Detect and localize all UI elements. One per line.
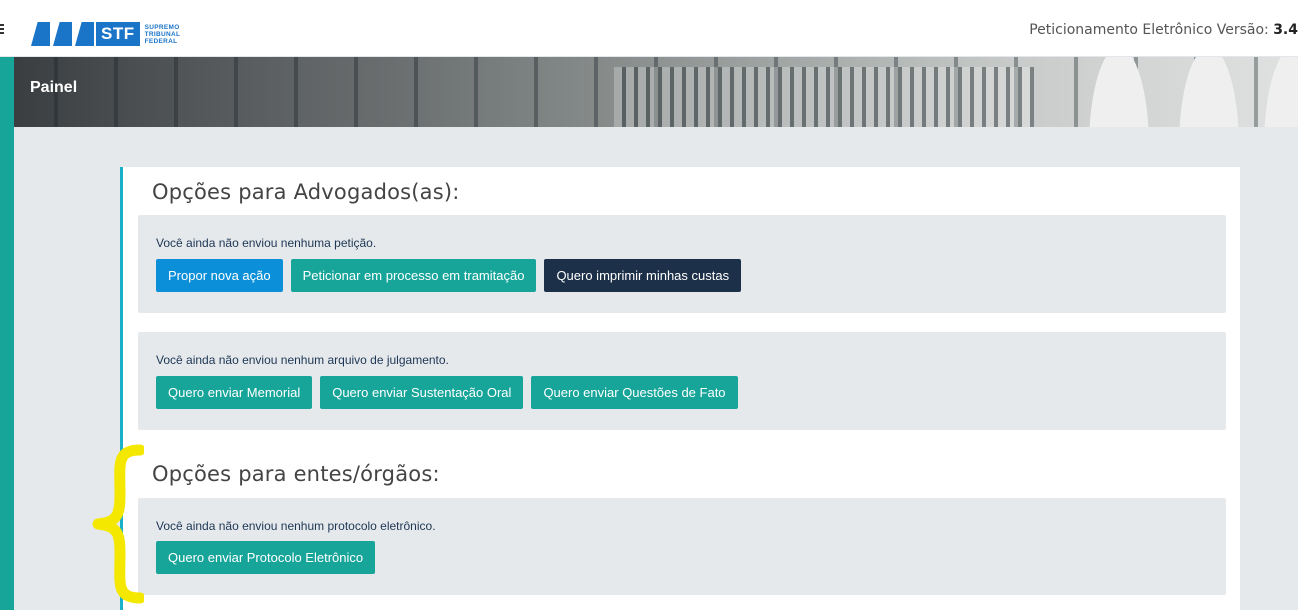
top-header: STF SUPREMO TRIBUNAL FEDERAL Peticioname…	[0, 0, 1298, 57]
peticionar-processo-button[interactable]: Peticionar em processo em tramitação	[290, 259, 537, 292]
logo-text: SUPREMO TRIBUNAL FEDERAL	[144, 23, 181, 45]
version-value: 3.4	[1273, 22, 1298, 38]
protocolo-status-text: Você ainda não enviou nenhum protocolo e…	[156, 519, 436, 533]
julgamento-status-text: Você ainda não enviou nenhum arquivo de …	[156, 353, 449, 367]
protocolo-panel: Você ainda não enviou nenhum protocolo e…	[138, 498, 1226, 595]
options-card: Opções para Advogados(as): Você ainda nã…	[120, 167, 1240, 610]
logo-marks	[31, 22, 94, 46]
left-sidebar-rail	[0, 57, 14, 610]
main-content: Opções para Advogados(as): Você ainda nã…	[14, 127, 1298, 610]
enviar-memorial-button[interactable]: Quero enviar Memorial	[156, 376, 313, 409]
enviar-questoes-fato-button[interactable]: Quero enviar Questões de Fato	[531, 376, 738, 409]
enviar-protocolo-eletronico-button[interactable]: Quero enviar Protocolo Eletrônico	[156, 541, 376, 574]
peticao-panel: Você ainda não enviou nenhuma petição. P…	[138, 215, 1226, 313]
stf-logo[interactable]: STF SUPREMO TRIBUNAL FEDERAL	[31, 20, 180, 48]
peticao-status-text: Você ainda não enviou nenhuma petição.	[156, 236, 377, 250]
version-info: Peticionamento Eletrônico Versão: 3.4	[1029, 22, 1298, 38]
section-title-entes: Opções para entes/órgãos:	[152, 462, 440, 486]
julgamento-panel: Você ainda não enviou nenhum arquivo de …	[138, 332, 1226, 430]
propor-nova-acao-button[interactable]: Propor nova ação	[156, 259, 283, 292]
enviar-sustentacao-oral-button[interactable]: Quero enviar Sustentação Oral	[320, 376, 524, 409]
page-title: Painel	[30, 79, 78, 96]
logo-acronym: STF	[96, 22, 140, 46]
imprimir-custas-button[interactable]: Quero imprimir minhas custas	[544, 259, 742, 292]
section-title-advogados: Opções para Advogados(as):	[152, 180, 460, 204]
version-label: Peticionamento Eletrônico Versão:	[1029, 22, 1274, 38]
annotation-brace-icon	[92, 444, 144, 604]
menu-icon[interactable]	[0, 24, 4, 34]
page-banner: Painel	[14, 57, 1298, 127]
